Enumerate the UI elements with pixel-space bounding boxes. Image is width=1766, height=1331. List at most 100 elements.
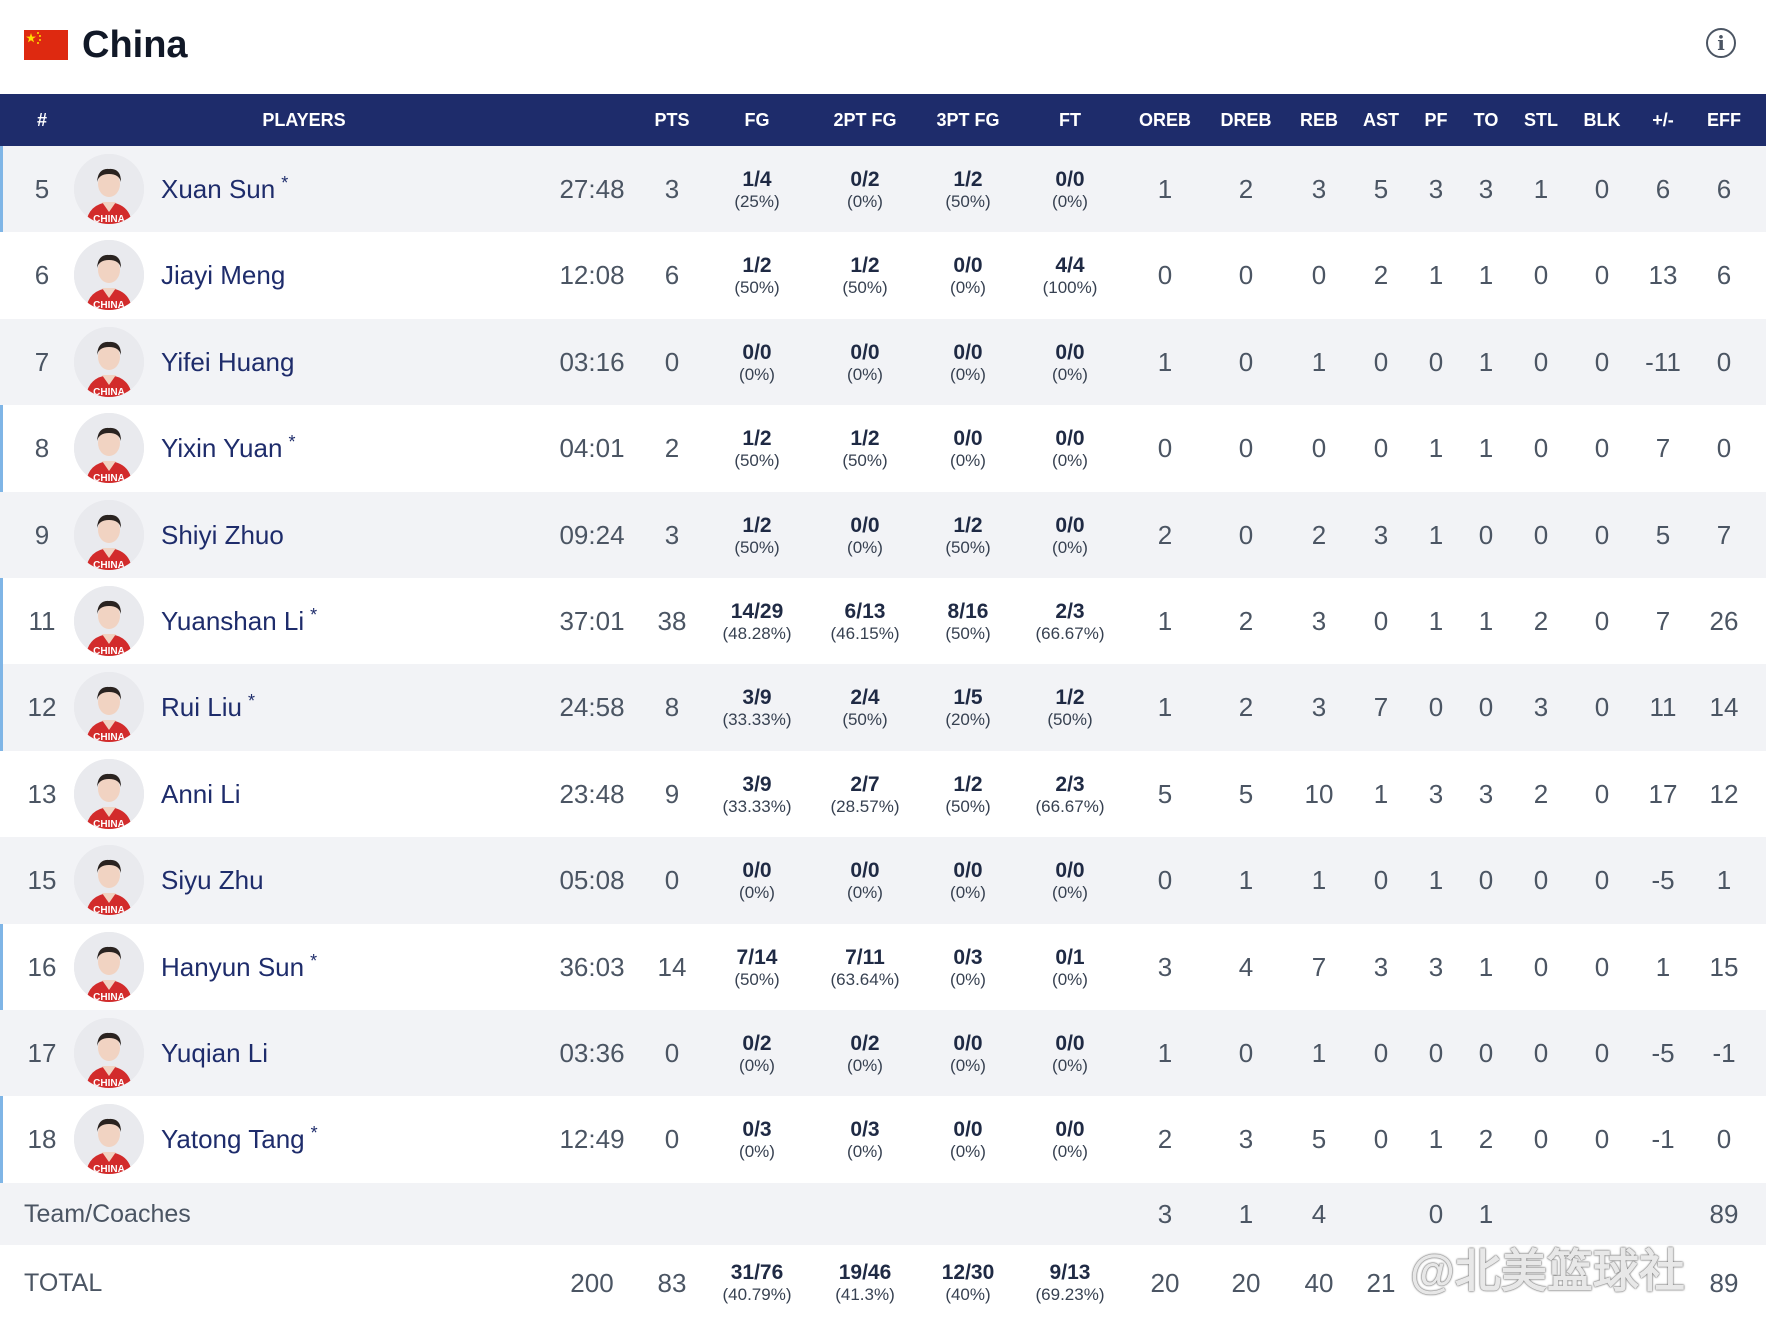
stat-oreb: 1 xyxy=(1157,692,1173,723)
ft-made: 0/0 xyxy=(1055,340,1085,364)
player-avatar[interactable]: CHINA xyxy=(74,413,144,484)
column-header-to[interactable]: TO xyxy=(1474,94,1499,146)
fg: 3/9 (33.33%) xyxy=(723,751,792,837)
stat-eff: 7 xyxy=(1716,519,1732,550)
stat-dreb: 5 xyxy=(1238,778,1254,809)
column-header-pf[interactable]: PF xyxy=(1424,94,1447,146)
player-name-link[interactable]: Xuan Sun * xyxy=(161,146,288,232)
player-name-link[interactable]: Yatong Tang * xyxy=(161,1096,318,1182)
player-name-link[interactable]: Yuqian Li xyxy=(161,1010,268,1096)
column-header-reb[interactable]: REB xyxy=(1300,94,1338,146)
stat-pf: 1 xyxy=(1428,606,1444,636)
fg: 1/2 (50%) xyxy=(734,405,779,491)
stat-pf: 1 xyxy=(1428,433,1444,464)
stat-reb: 10 xyxy=(1304,778,1334,809)
stat-eff: -1 xyxy=(1712,1038,1736,1068)
table-row[interactable]: 8 CHINA Yixin Yuan * 04:01 2 1/2 (50%) 1/2 (50%) 0… xyxy=(0,405,1766,492)
player-name-link[interactable]: Hanyun Sun * xyxy=(161,924,317,1010)
table-row[interactable]: 9 CHINA Shiyi Zhuo 09:24 3 1/2 (50%) 0/0 (0%) 1/2… xyxy=(0,491,1766,578)
player-name-link[interactable]: Siyu Zhu xyxy=(161,837,264,923)
player-name-link[interactable]: Rui Liu * xyxy=(161,664,255,750)
player-name-link[interactable]: Anni Li xyxy=(161,751,241,837)
fg2-made: 1/2 xyxy=(850,427,880,451)
column-header-ast[interactable]: AST xyxy=(1363,94,1399,146)
info-icon[interactable]: i xyxy=(1706,28,1736,58)
stat-dreb: 2 xyxy=(1238,606,1254,636)
column-header-fg2[interactable]: 2PT FG xyxy=(833,94,896,146)
stat-dreb: 0 xyxy=(1238,433,1254,464)
points: 0 xyxy=(664,865,680,896)
ft: 0/0 (0%) xyxy=(1052,837,1088,923)
player-avatar[interactable]: CHINA xyxy=(74,586,144,656)
column-header-dreb[interactable]: DREB xyxy=(1220,94,1271,146)
player-avatar[interactable]: CHINA xyxy=(74,672,144,743)
table-row[interactable]: 17 CHINA Yuqian Li 03:36 0 0/2 (0%) 0/2 (0%) 0/0(… xyxy=(0,1010,1766,1097)
table-row[interactable]: 7 CHINA Yifei Huang 03:16 0 0/0 (0%) 0/0 (0%) 0/0… xyxy=(0,318,1766,406)
stat-ast: 1 xyxy=(1373,778,1389,809)
total-label: TOTAL xyxy=(24,1268,103,1297)
stat-to: 0 xyxy=(1478,865,1494,896)
stat-to: 3 xyxy=(1478,778,1494,809)
fg3-made: 0/0 xyxy=(953,427,983,451)
column-header-blk[interactable]: BLK xyxy=(1584,94,1621,146)
ft-made: 0/0 xyxy=(1055,168,1085,191)
table-row[interactable]: 13 CHINA Anni Li 23:48 9 3/9 (33.33%) 2/7 (28.57… xyxy=(0,750,1766,838)
column-header-fg3[interactable]: 3PT FG xyxy=(936,94,999,146)
fg3-made: 1/2 xyxy=(953,772,983,796)
stat-blk: 0 xyxy=(1594,1124,1610,1155)
player-avatar[interactable]: CHINA xyxy=(74,931,144,1002)
points: 3 xyxy=(664,519,680,550)
player-avatar[interactable]: CHINA xyxy=(74,1104,144,1175)
fg2-pct: (46.15%) xyxy=(830,624,900,643)
column-header-num[interactable]: # xyxy=(37,94,47,146)
jersey-number: 16 xyxy=(27,951,57,982)
stat-oreb: 0 xyxy=(1157,865,1173,896)
fg3: 0/0 (0%) xyxy=(950,837,986,923)
column-header-fg[interactable]: FG xyxy=(745,94,770,146)
player-avatar[interactable]: CHINA xyxy=(74,845,144,916)
player-name-link[interactable]: Jiayi Meng xyxy=(161,232,285,318)
column-header-eff[interactable]: EFF xyxy=(1707,94,1741,146)
fg-made: 1/4 xyxy=(742,168,772,191)
player-name-link[interactable]: Yuanshan Li * xyxy=(161,578,317,664)
column-header-players[interactable]: PLAYERS xyxy=(262,94,345,146)
ft-pct: (0%) xyxy=(1052,1056,1088,1075)
table-row[interactable]: 12 CHINA Rui Liu * 24:58 8 3/9 (33.33%) 2/4 (50%)… xyxy=(0,664,1766,752)
table-row[interactable]: 5 CHINA Xuan Sun * 27:48 3 1/4 (25%) 0/2 (0%) 1/2(… xyxy=(0,146,1766,233)
player-avatar[interactable]: CHINA xyxy=(74,499,144,570)
stat-ast: 3 xyxy=(1373,951,1389,982)
player-avatar[interactable]: CHINA xyxy=(74,154,144,224)
table-row[interactable]: 16 CHINA Hanyun Sun * 36:03 14 7/14 (50%) 7/11 (6… xyxy=(0,923,1766,1011)
column-header-stl[interactable]: STL xyxy=(1524,94,1558,146)
player-avatar[interactable]: CHINA xyxy=(74,758,144,829)
table-row[interactable]: 11 CHINA Yuanshan Li * 37:01 38 14/29 (48.28%) 6… xyxy=(0,578,1766,665)
table-row[interactable]: 18 CHINA Yatong Tang * 12:49 0 0/3 (0%) 0/3 (0%) 0… xyxy=(0,1096,1766,1184)
jersey-number: 12 xyxy=(27,692,57,723)
stat-dreb: 0 xyxy=(1238,519,1254,550)
total-fg3-made: 12/30 xyxy=(941,1260,995,1284)
table-row[interactable]: 15 CHINA Siyu Zhu 05:08 0 0/0 (0%) 0/0 (0%) 0/0 (0… xyxy=(0,837,1766,924)
column-header-pts[interactable]: PTS xyxy=(654,94,689,146)
player-avatar[interactable]: CHINA xyxy=(74,326,144,397)
stat-dreb: 1 xyxy=(1238,865,1254,896)
fg3: 0/0 (0%) xyxy=(950,232,986,318)
player-avatar[interactable]: CHINA xyxy=(74,1018,144,1088)
player-name-link[interactable]: Yixin Yuan * xyxy=(161,405,295,491)
player-name-link[interactable]: Yifei Huang xyxy=(161,319,294,405)
minutes: 03:36 xyxy=(559,1038,625,1068)
player-name-link[interactable]: Shiyi Zhuo xyxy=(161,492,284,578)
fg2-pct: (50%) xyxy=(842,451,888,471)
team-oreb: 3 xyxy=(1157,1198,1173,1229)
column-header-oreb[interactable]: OREB xyxy=(1139,94,1191,146)
total-ast: 21 xyxy=(1366,1267,1396,1298)
fg2: 0/3 (0%) xyxy=(847,1096,883,1182)
player-avatar[interactable]: CHINA xyxy=(74,240,144,311)
column-header-pm[interactable]: +/- xyxy=(1652,94,1674,146)
fg2: 7/11 (63.64%) xyxy=(831,924,900,1010)
total-ft: 9/13 (69.23%) xyxy=(1036,1245,1105,1331)
stat-oreb: 0 xyxy=(1157,433,1173,464)
table-row[interactable]: 6 CHINA Jiayi Meng 12:08 6 1/2 (50%) 1/2 (50%) 0/… xyxy=(0,232,1766,319)
svg-text:CHINA: CHINA xyxy=(93,646,125,656)
ft: 0/1 (0%) xyxy=(1052,924,1088,1010)
column-header-ft[interactable]: FT xyxy=(1059,94,1081,146)
